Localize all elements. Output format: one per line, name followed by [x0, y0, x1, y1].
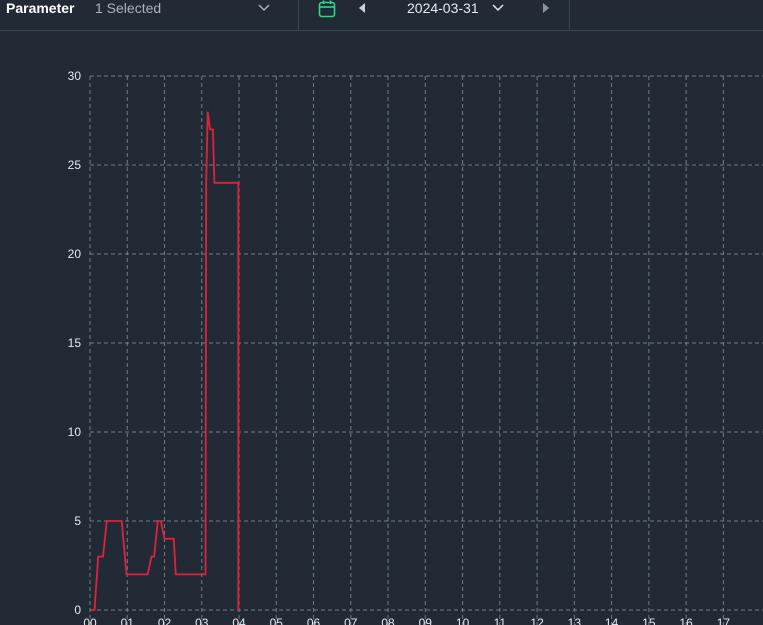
x-tick-label: 06 — [307, 616, 321, 625]
x-tick-label: 02 — [158, 616, 172, 625]
x-tick-label: 05 — [270, 616, 284, 625]
y-tick-label: 30 — [68, 69, 82, 83]
x-tick-label: 01 — [121, 616, 135, 625]
x-tick-label: 03 — [195, 616, 209, 625]
line-chart: 05101520253000 01 02 03 04 05 06 07 08 09 10 11 12 13… — [68, 69, 763, 625]
x-tick-label: 11 — [494, 616, 507, 625]
y-tick-label: 0 — [74, 603, 81, 617]
y-tick-label: 20 — [68, 247, 82, 261]
x-tick-label: 14 — [605, 616, 619, 625]
x-tick-label: 00 — [83, 616, 97, 625]
y-tick-label: 15 — [68, 336, 82, 350]
series-line — [91, 111, 240, 611]
x-tick-label: 04 — [232, 616, 246, 625]
x-tick-label: 08 — [381, 616, 395, 625]
x-tick-label: 17 — [717, 616, 731, 625]
y-tick-label: 25 — [68, 158, 82, 172]
x-tick-label: 12 — [530, 616, 544, 625]
y-tick-label: 10 — [68, 425, 82, 439]
x-tick-label: 16 — [679, 616, 693, 625]
x-tick-label: 15 — [642, 616, 656, 625]
x-tick-label: 10 — [456, 616, 470, 625]
y-tick-label: 5 — [74, 514, 81, 528]
x-tick-label: 13 — [568, 616, 582, 625]
x-tick-label: 09 — [419, 616, 433, 625]
x-tick-label: 07 — [344, 616, 358, 625]
